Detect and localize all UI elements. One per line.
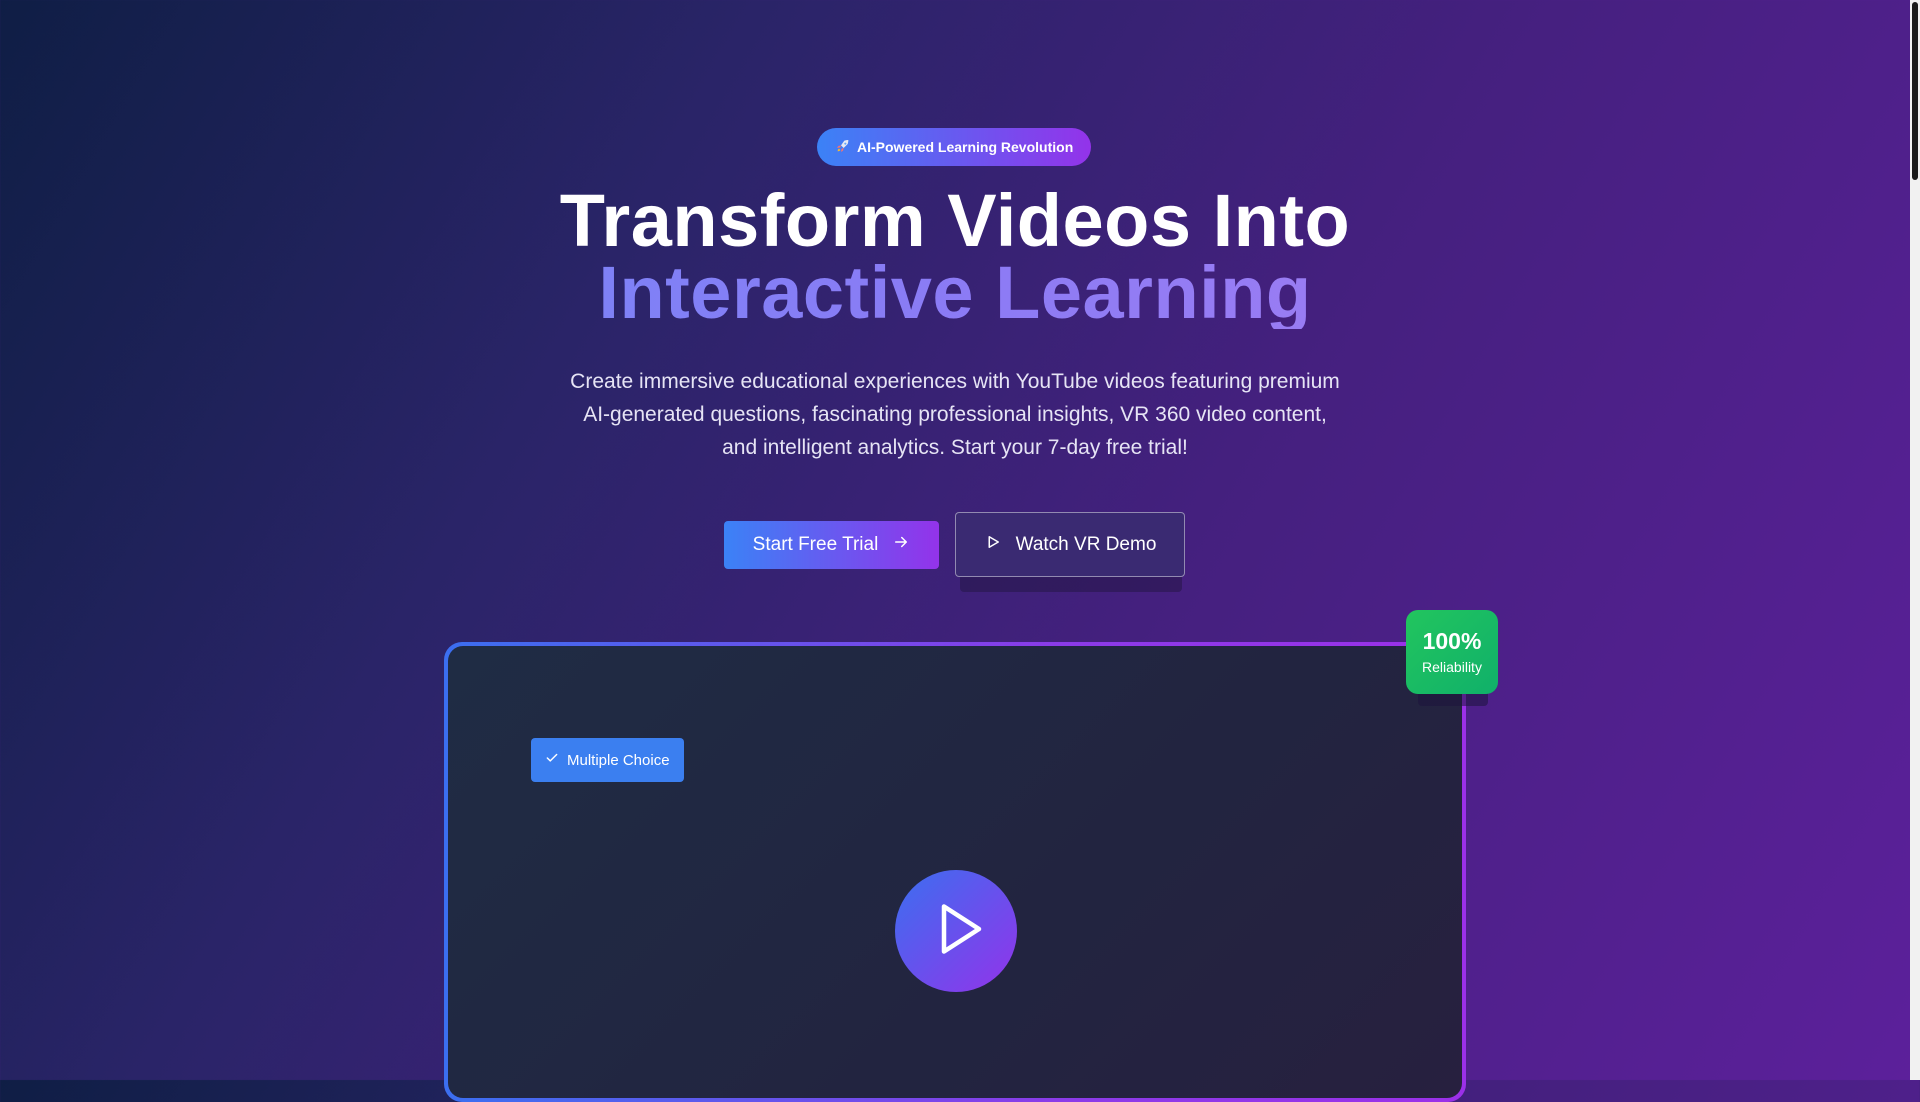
rocket-icon [835,138,851,157]
hero-subtitle: Create immersive educational experiences… [570,370,1340,459]
watch-vr-demo-label: Watch VR Demo [1015,533,1157,555]
play-icon [923,899,989,964]
video-preview-frame: Multiple Choice [444,642,1466,1102]
hero-title-line2: Interactive Learning [0,256,1910,330]
hero-title-line1: Transform Videos Into [559,179,1351,262]
page-scrollbar[interactable] [1910,0,1920,1080]
watch-vr-demo-button[interactable]: Watch VR Demo [955,512,1185,577]
hero-badge: AI-Powered Learning Revolution [817,128,1092,166]
video-preview: Multiple Choice [448,646,1462,1098]
play-icon [984,533,1002,557]
hero-badge-label: AI-Powered Learning Revolution [857,139,1074,155]
stat-value: 100% [1422,628,1482,654]
start-free-trial-button[interactable]: Start Free Trial [724,521,939,569]
reliability-stat-card: 100% Reliability [1406,610,1498,694]
multiple-choice-label: Multiple Choice [567,751,670,769]
start-free-trial-label: Start Free Trial [752,534,879,555]
check-icon [545,751,559,769]
hero-title: Transform Videos Into Interactive Learni… [0,184,1910,330]
video-play-button[interactable] [895,870,1017,992]
scrollbar-thumb[interactable] [1912,2,1918,180]
multiple-choice-tag: Multiple Choice [531,738,684,782]
stat-label: Reliability [1422,659,1482,675]
landing-page: AI-Powered Learning Revolution Transform… [0,0,1910,1102]
arrow-right-icon [892,533,910,557]
